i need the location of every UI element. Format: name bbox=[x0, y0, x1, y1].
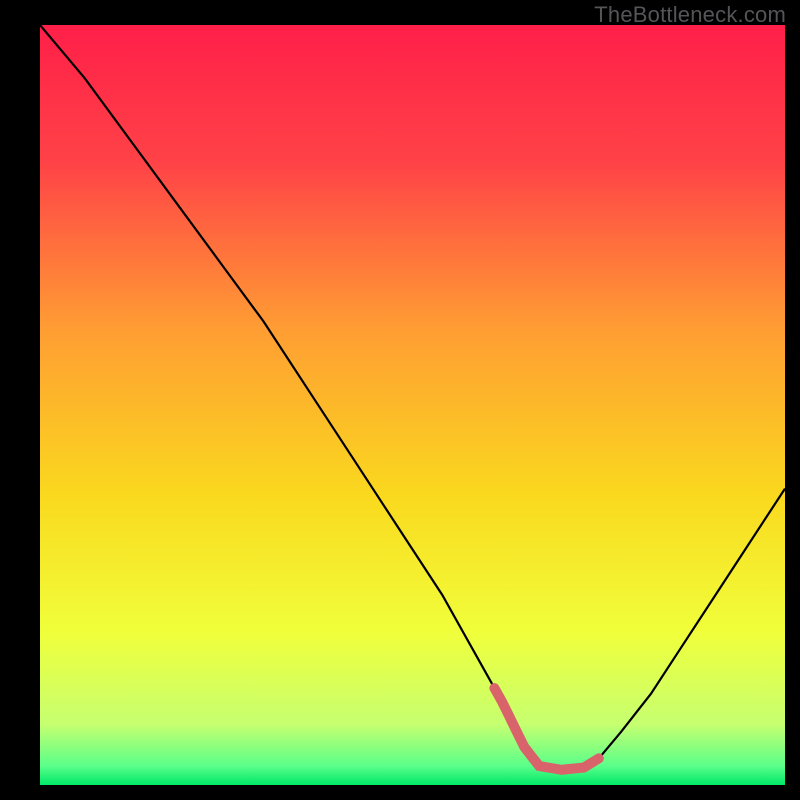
gradient-plot-area bbox=[40, 25, 785, 785]
watermark-text: TheBottleneck.com bbox=[594, 2, 786, 28]
accent-segment bbox=[494, 688, 598, 770]
chart-frame: TheBottleneck.com bbox=[0, 0, 800, 800]
curve-path bbox=[40, 25, 785, 770]
bottleneck-curve bbox=[40, 25, 785, 785]
